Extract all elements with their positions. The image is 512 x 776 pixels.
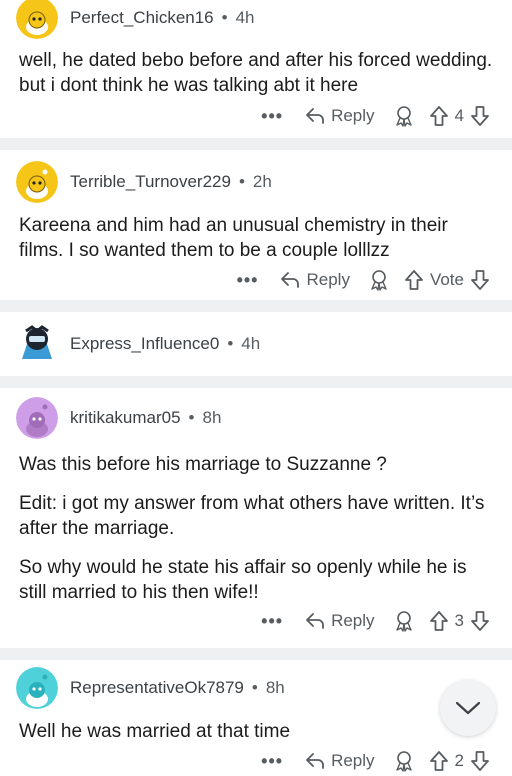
comment: Terrible_Turnover229 • 2h Kareena and hi… (0, 150, 512, 302)
comment-header: kritikakumar05 • 8h (16, 397, 221, 439)
avatar[interactable] (16, 161, 58, 203)
comment-actions: ••• Reply 2 (261, 750, 490, 772)
reply-arrow-icon (306, 108, 324, 124)
upvote-arrow-icon[interactable] (429, 610, 449, 632)
comment-text: So why would he state his affair so open… (19, 557, 467, 603)
vote-label: Vote (429, 270, 464, 289)
award-button[interactable] (393, 105, 415, 127)
comment-actions: ••• Reply 3 (261, 610, 490, 632)
award-button[interactable] (393, 750, 415, 772)
award-button[interactable] (368, 269, 390, 291)
timestamp: 4h (241, 334, 261, 353)
separator-dot: • (238, 172, 245, 191)
award-button[interactable] (393, 610, 415, 632)
upvote-arrow-icon[interactable] (429, 750, 449, 772)
reply-arrow-icon (281, 272, 300, 288)
comment-text: Was this before his marriage to Suzzanne… (19, 454, 387, 475)
more-options-button[interactable]: ••• (261, 611, 283, 632)
comment: kritikakumar05 • 8h Was this before his … (0, 388, 512, 648)
timestamp: 8h (202, 408, 222, 427)
separator-dot: • (221, 8, 228, 27)
username[interactable]: kritikakumar05 (70, 408, 181, 428)
divider (0, 300, 512, 312)
more-options-button[interactable]: ••• (261, 751, 283, 772)
reply-label: Reply (331, 751, 375, 770)
comment-text: Well he was married at that time (19, 721, 291, 742)
divider (0, 648, 512, 660)
more-options-button[interactable]: ••• (261, 106, 283, 127)
comment-header: Terrible_Turnover229 • 2h (16, 161, 272, 203)
downvote-arrow-icon[interactable] (470, 105, 490, 127)
downvote-arrow-icon[interactable] (470, 269, 490, 291)
avatar[interactable] (16, 323, 58, 365)
comment: Perfect_Chicken16 • 4h well, he dated be… (0, 0, 512, 151)
reply-label: Reply (306, 270, 350, 289)
reply-button[interactable]: Reply (305, 611, 375, 631)
divider (0, 138, 512, 150)
scroll-down-button[interactable] (440, 680, 496, 736)
separator-dot: • (227, 334, 234, 353)
more-options-button[interactable]: ••• (237, 270, 259, 291)
username[interactable]: Express_Influence0 (70, 334, 219, 354)
timestamp: 8h (265, 678, 285, 697)
timestamp: 2h (252, 172, 272, 191)
upvote-arrow-icon[interactable] (429, 105, 449, 127)
reply-arrow-icon (306, 613, 324, 629)
downvote-arrow-icon[interactable] (470, 750, 490, 772)
comment-header: RepresentativeOk7879 • 8h (16, 667, 285, 709)
divider (0, 376, 512, 388)
award-icon (395, 106, 412, 127)
comment: RepresentativeOk7879 • 8h Well he was ma… (0, 660, 512, 776)
comment-actions: ••• Reply Vote (237, 269, 490, 291)
award-icon (395, 611, 412, 632)
comment-collapsed[interactable]: Express_Influence0 • 4h (0, 312, 512, 376)
reply-arrow-icon (306, 753, 324, 769)
comment-header: Perfect_Chicken16 • 4h (16, 0, 255, 39)
reply-button[interactable]: Reply (280, 270, 350, 290)
comment-body: Kareena and him had an unusual chemistry… (19, 213, 494, 275)
vote-count: 2 (454, 751, 464, 770)
comment-header: Express_Influence0 • 4h (16, 323, 260, 365)
comment-text: Kareena and him had an unusual chemistry… (19, 215, 448, 261)
username[interactable]: RepresentativeOk7879 (70, 678, 244, 698)
vote-count: 3 (454, 611, 464, 630)
avatar[interactable] (16, 0, 58, 39)
award-icon (395, 751, 412, 772)
upvote-arrow-icon[interactable] (404, 269, 424, 291)
comment-text: well, he dated bebo before and after his… (19, 50, 493, 96)
separator-dot: • (188, 408, 195, 427)
separator-dot: • (251, 678, 258, 697)
award-icon (371, 270, 387, 291)
comment-body: Was this before his marriage to Suzzanne… (19, 452, 494, 617)
chevron-down-icon (455, 701, 481, 715)
avatar[interactable] (16, 397, 58, 439)
reply-label: Reply (331, 611, 375, 630)
username[interactable]: Terrible_Turnover229 (70, 172, 231, 192)
reply-button[interactable]: Reply (305, 751, 375, 771)
vote-count: 4 (454, 106, 464, 125)
comment-text: Edit: i got my answer from what others h… (19, 493, 485, 539)
downvote-arrow-icon[interactable] (470, 610, 490, 632)
timestamp: 4h (235, 8, 255, 27)
reply-label: Reply (331, 106, 375, 125)
reply-button[interactable]: Reply (305, 106, 375, 126)
username[interactable]: Perfect_Chicken16 (70, 8, 214, 28)
avatar[interactable] (16, 667, 58, 709)
comment-body: well, he dated bebo before and after his… (19, 48, 494, 110)
comment-actions: ••• Reply 4 (261, 105, 490, 127)
